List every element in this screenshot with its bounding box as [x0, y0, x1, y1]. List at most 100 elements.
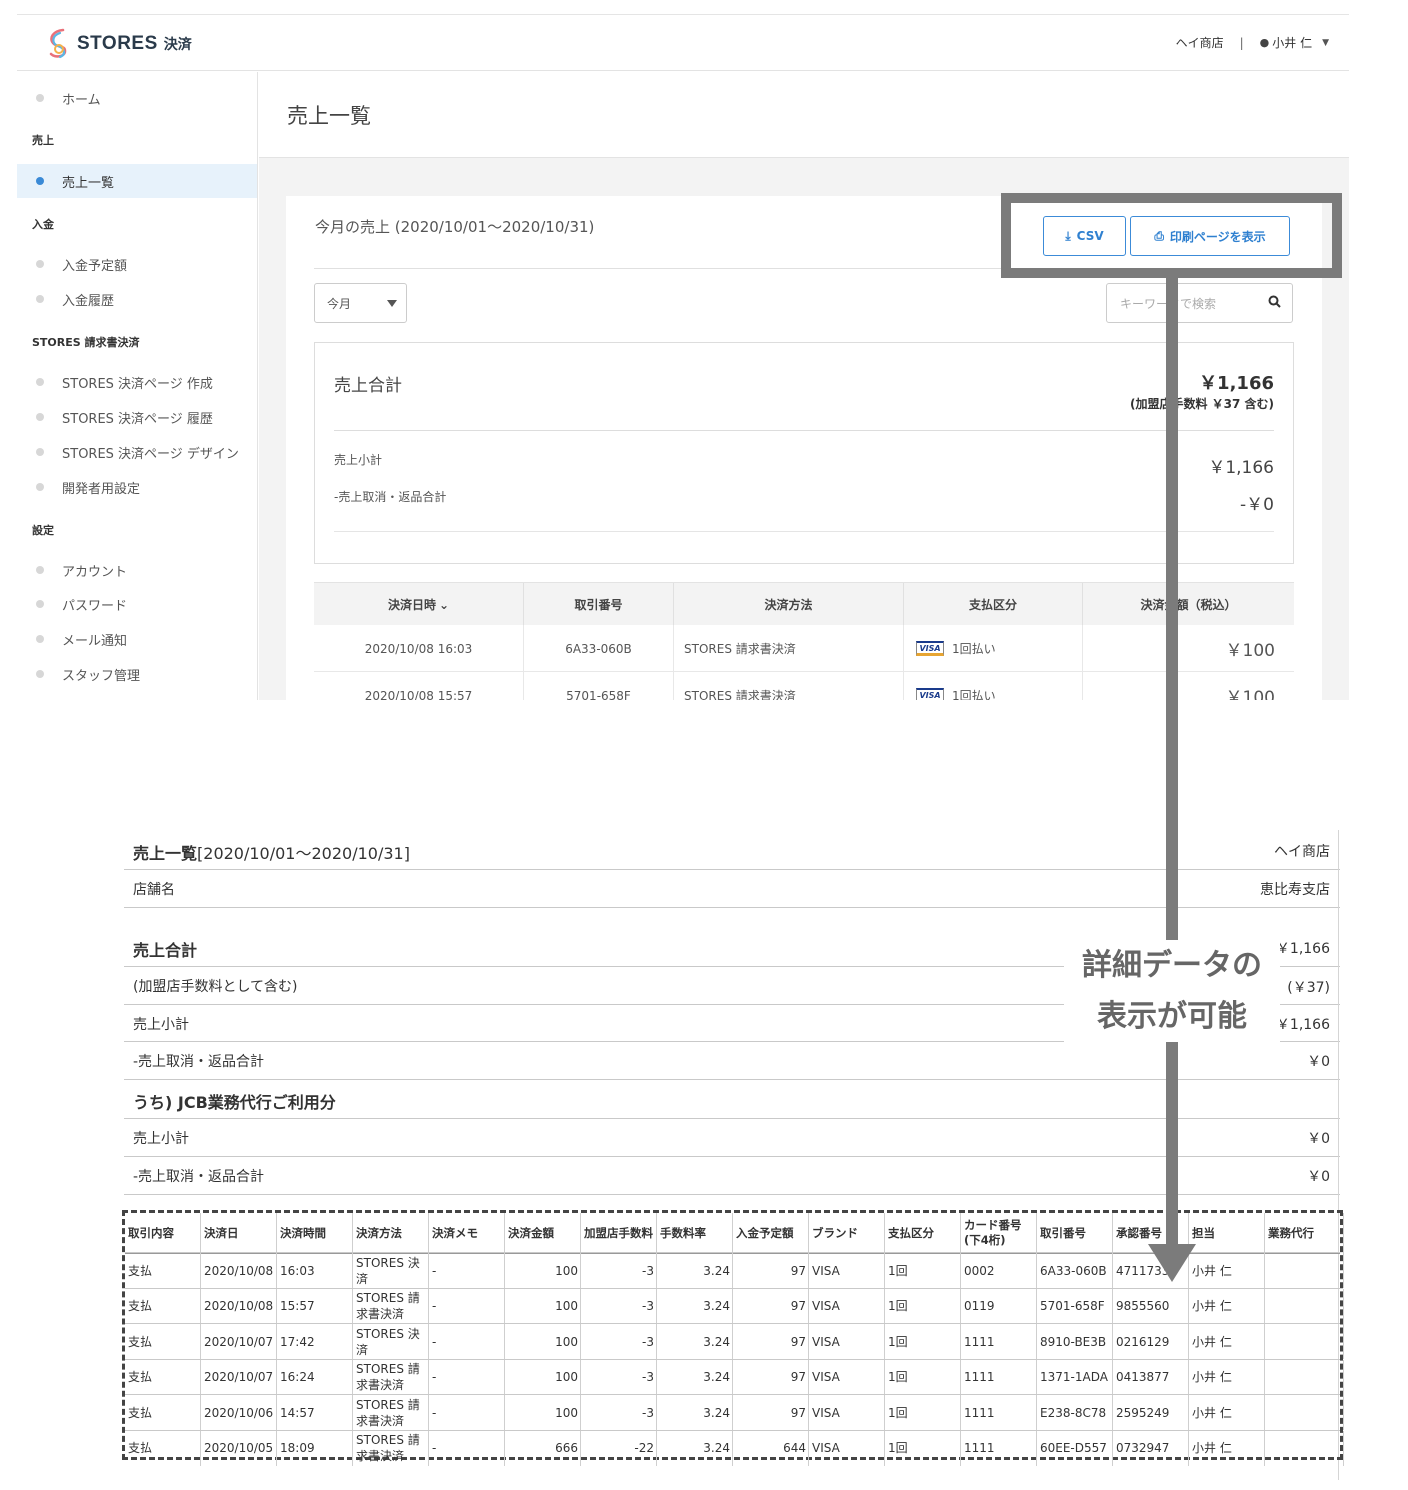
detail-cell: VISA — [809, 1253, 885, 1288]
detail-cell: - — [429, 1395, 505, 1430]
detail-cell: 100 — [505, 1324, 581, 1359]
detail-cell: 0216129 — [1113, 1324, 1189, 1359]
detail-col-header: カード番号(下4桁) — [961, 1213, 1037, 1253]
print-shop: ヘイ商店 — [1274, 844, 1330, 860]
detail-cell: 5701-658F — [1037, 1288, 1113, 1324]
print-store-row: 店舗名 恵比寿支店 — [124, 870, 1340, 908]
detail-cell: STORES 請求書決済 — [353, 1288, 429, 1324]
shop-name[interactable]: ヘイ商店 — [1176, 34, 1224, 51]
sidebar-item-account[interactable]: アカウント — [17, 553, 257, 587]
sidebar-item-pay-page-history[interactable]: STORES 決済ページ 履歴 — [17, 400, 257, 434]
detail-cell — [1265, 1324, 1344, 1359]
main-content: 売上一覧 今月の売上 (2020/10/01〜2020/10/31) ⤓ CSV… — [259, 72, 1349, 700]
sum-fee: (加盟店手数料 ￥37 含む) — [1129, 397, 1274, 411]
print-fee-label: (加盟店手数料として含む) — [133, 979, 298, 995]
detail-cell: 支払 — [125, 1359, 201, 1395]
bullet-icon — [36, 295, 44, 303]
print-refund-value: ￥0 — [1307, 1054, 1330, 1070]
top-bar: STORES 決済 ヘイ商店 | ● 小井 仁 ▼ — [17, 15, 1349, 71]
detail-col-header: 決済日 — [201, 1213, 277, 1253]
refund-label: -売上取消・返品合計 — [334, 490, 447, 504]
detail-cell: 0002 — [961, 1253, 1037, 1288]
sidebar-item-dev-settings[interactable]: 開発者用設定 — [17, 470, 257, 504]
detail-cell: -3 — [581, 1288, 657, 1324]
detail-col-header: ブランド — [809, 1213, 885, 1253]
print-refund-label: -売上取消・返品合計 — [133, 1054, 265, 1070]
sidebar-item-pay-page-create[interactable]: STORES 決済ページ 作成 — [17, 365, 257, 399]
table-row[interactable]: 2020/10/08 16:03 6A33-060B STORES 請求書決済 … — [314, 625, 1294, 672]
detail-cell: VISA — [809, 1288, 885, 1324]
detail-cell: 0732947 — [1113, 1430, 1189, 1466]
detail-cell: 0119 — [961, 1288, 1037, 1324]
sidebar-item-sales-list[interactable]: 売上一覧 — [17, 164, 257, 198]
sidebar-item-staff[interactable]: スタッフ管理 — [17, 657, 257, 691]
detail-col-header: 手数料率 — [657, 1213, 733, 1253]
sidebar-section-settings: 設定 — [32, 524, 54, 537]
sidebar-item-pay-page-design[interactable]: STORES 決済ページ デザイン — [17, 435, 257, 469]
cell-txn: 5701-658F — [524, 672, 674, 700]
search-icon[interactable] — [1268, 295, 1281, 308]
detail-col-header: 取引番号 — [1037, 1213, 1113, 1253]
detail-row: 支払 2020/10/07 16:24 STORES 請求書決済 -100 -3 3.24 9… — [125, 1358, 1344, 1395]
table-row[interactable]: 2020/10/08 15:57 5701-658F STORES 請求書決済 … — [314, 672, 1294, 700]
logo[interactable]: STORES 決済 — [45, 27, 192, 61]
print-total-value: ￥1,166 — [1275, 941, 1330, 957]
search-input[interactable]: キーワードで検索 — [1106, 283, 1293, 323]
detail-cell: 3.24 — [657, 1359, 733, 1395]
period-select[interactable]: 今月 — [314, 283, 407, 323]
print-subtotal-value: ￥1,166 — [1275, 1017, 1330, 1033]
cell-method: STORES 請求書決済 — [674, 625, 904, 672]
sidebar-item-label: ホーム — [62, 92, 101, 108]
sidebar-item-home[interactable]: ホーム — [17, 81, 257, 115]
detail-cell: 2020/10/06 — [201, 1395, 277, 1430]
col-label: 決済日時 — [387, 598, 436, 612]
detail-cell: 14:57 — [277, 1395, 353, 1430]
print-jcb-refund-value: ￥0 — [1307, 1169, 1330, 1185]
user-menu-caret-icon[interactable]: ▼ — [1322, 38, 1329, 48]
callout-line-2: 表示が可能 — [1097, 999, 1247, 1034]
detail-col-header: 業務代行 — [1265, 1213, 1344, 1253]
sidebar-item-label: STORES 決済ページ デザイン — [62, 446, 239, 462]
detail-cell: 9855560 — [1113, 1288, 1189, 1324]
sidebar-item-mail[interactable]: メール通知 — [17, 622, 257, 656]
detail-cell: VISA — [809, 1324, 885, 1359]
cell-method: STORES 請求書決済 — [674, 672, 904, 700]
detail-cell: 100 — [505, 1253, 581, 1288]
sidebar: ホーム 売上 売上一覧 入金 入金予定額 入金履歴 STORES 請求書決済 S… — [17, 72, 258, 700]
subtotal-value: ￥1,166 — [1208, 458, 1274, 478]
detail-col-header: 取引内容 — [125, 1213, 201, 1253]
bullet-icon — [36, 378, 44, 386]
cell-datetime: 2020/10/08 15:57 — [314, 672, 524, 700]
callout-text: 詳細データの 表示が可能 — [1064, 940, 1280, 1042]
subtotal-label: 売上小計 — [334, 453, 383, 467]
detail-cell: 2020/10/07 — [201, 1324, 277, 1359]
detail-cell — [1265, 1253, 1344, 1288]
col-datetime[interactable]: 決済日時 ⌄ — [314, 583, 524, 626]
print-title-range: [2020/10/01〜2020/10/31] — [197, 844, 410, 863]
sidebar-item-deposit-schedule[interactable]: 入金予定額 — [17, 247, 257, 281]
user-name[interactable]: 小井 仁 — [1272, 34, 1312, 51]
detail-cell: 16:24 — [277, 1359, 353, 1395]
bullet-icon — [36, 94, 44, 102]
detail-cell: 1111 — [961, 1395, 1037, 1430]
logo-subtext: 決済 — [163, 37, 192, 53]
detail-cell: 支払 — [125, 1324, 201, 1359]
print-jcb-refund-label: -売上取消・返品合計 — [133, 1169, 265, 1185]
detail-cell: 1111 — [961, 1359, 1037, 1395]
detail-col-header: 加盟店手数料 — [581, 1213, 657, 1253]
sidebar-item-deposit-history[interactable]: 入金履歴 — [17, 282, 257, 316]
bullet-icon — [36, 635, 44, 643]
print-jcb-subtotal-label: 売上小計 — [133, 1131, 189, 1147]
detail-cell: 支払 — [125, 1253, 201, 1288]
print-title-row: 売上一覧[2020/10/01〜2020/10/31] ヘイ商店 — [124, 830, 1340, 870]
callout-line-1: 詳細データの — [1082, 948, 1262, 983]
detail-cell: 3.24 — [657, 1288, 733, 1324]
sidebar-item-password[interactable]: パスワード — [17, 587, 257, 621]
sort-chevron-icon: ⌄ — [438, 597, 450, 612]
detail-cell: 2020/10/08 — [201, 1253, 277, 1288]
detail-cell: -3 — [581, 1395, 657, 1430]
detail-col-header: 決済金額 — [505, 1213, 581, 1253]
detail-cell: 1回 — [885, 1253, 961, 1288]
table-header: 決済日時 ⌄ 取引番号 決済方法 支払区分 決済金額（税込） — [314, 582, 1294, 626]
cell-amount: ￥100 — [1225, 641, 1275, 661]
